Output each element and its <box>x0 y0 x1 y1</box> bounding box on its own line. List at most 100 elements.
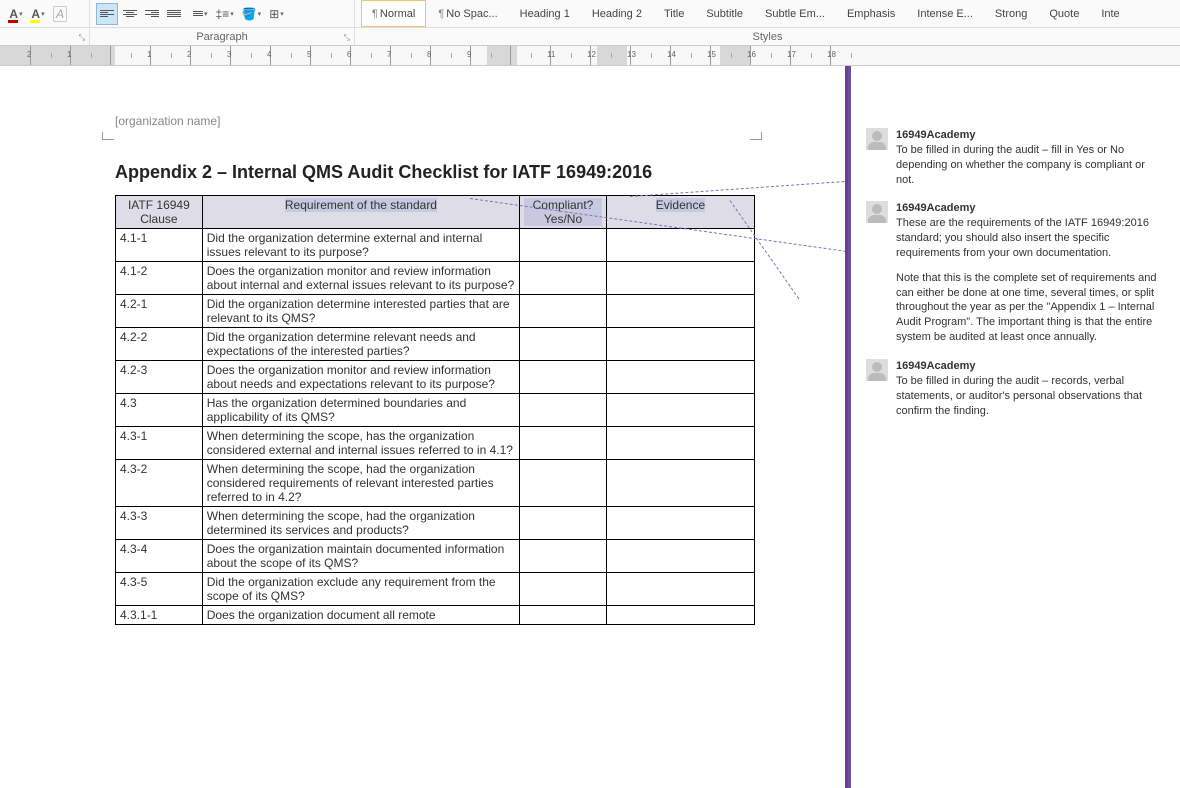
style-normal[interactable]: ¶Normal <box>361 0 426 27</box>
document-title[interactable]: Appendix 2 – Internal QMS Audit Checklis… <box>115 162 755 183</box>
table-row[interactable]: 4.2-1Did the organization determine inte… <box>116 295 755 328</box>
cell-requirement[interactable]: Did the organization exclude any require… <box>202 573 519 606</box>
cell-evidence[interactable] <box>606 328 754 361</box>
cell-evidence[interactable] <box>606 295 754 328</box>
cell-compliant[interactable] <box>520 361 607 394</box>
style-subtleem[interactable]: Subtle Em... <box>755 0 835 27</box>
cell-clause[interactable]: 4.3-5 <box>116 573 203 606</box>
cell-clause[interactable]: 4.3.1-1 <box>116 606 203 625</box>
style-intensee[interactable]: Intense E... <box>907 0 983 27</box>
style-heading1[interactable]: Heading 1 <box>510 0 580 27</box>
th-clause[interactable]: IATF 16949 Clause <box>116 196 203 229</box>
table-row[interactable]: 4.3Has the organization determined bound… <box>116 394 755 427</box>
table-row[interactable]: 4.3.1-1Does the organization document al… <box>116 606 755 625</box>
cell-evidence[interactable] <box>606 460 754 507</box>
cell-requirement[interactable]: Has the organization determined boundari… <box>202 394 519 427</box>
cell-evidence[interactable] <box>606 427 754 460</box>
style-strong[interactable]: Strong <box>985 0 1037 27</box>
th-requirement[interactable]: Requirement of the standard <box>202 196 519 229</box>
cell-requirement[interactable]: Does the organization document all remot… <box>202 606 519 625</box>
cell-compliant[interactable] <box>520 328 607 361</box>
page: [organization name] Appendix 2 – Interna… <box>30 114 845 788</box>
cell-clause[interactable]: 4.2-2 <box>116 328 203 361</box>
th-evidence[interactable]: Evidence <box>606 196 754 229</box>
comment[interactable]: 16949AcademyTo be filled in during the a… <box>866 128 1162 187</box>
cell-evidence[interactable] <box>606 361 754 394</box>
cell-clause[interactable]: 4.1-2 <box>116 262 203 295</box>
align-center-button[interactable] <box>120 3 140 25</box>
cell-requirement[interactable]: Does the organization monitor and review… <box>202 262 519 295</box>
cell-compliant[interactable] <box>520 460 607 507</box>
comment-text: To be filled in during the audit – recor… <box>896 374 1162 419</box>
cell-clause[interactable]: 4.3-4 <box>116 540 203 573</box>
bullets-button[interactable]: ▾ <box>186 3 211 25</box>
page-header-placeholder[interactable]: [organization name] <box>115 114 220 128</box>
table-row[interactable]: 4.3-2When determining the scope, had the… <box>116 460 755 507</box>
highlight-color-button[interactable]: A▾ <box>28 3 48 25</box>
document-area[interactable]: [organization name] Appendix 2 – Interna… <box>0 66 845 788</box>
cell-evidence[interactable] <box>606 394 754 427</box>
cell-clause[interactable]: 4.3-1 <box>116 427 203 460</box>
cell-requirement[interactable]: Did the organization determine intereste… <box>202 295 519 328</box>
shading-button[interactable]: 🪣▾ <box>239 3 264 25</box>
cell-compliant[interactable] <box>520 229 607 262</box>
align-right-button[interactable] <box>142 3 162 25</box>
table-row[interactable]: 4.3-4Does the organization maintain docu… <box>116 540 755 573</box>
table-row[interactable]: 4.3-5Did the organization exclude any re… <box>116 573 755 606</box>
cell-requirement[interactable]: When determining the scope, had the orga… <box>202 460 519 507</box>
align-left-button[interactable] <box>96 3 118 25</box>
style-inte[interactable]: Inte <box>1091 0 1129 27</box>
styles-gallery[interactable]: ¶Normal¶No Spac...Heading 1Heading 2Titl… <box>355 0 1180 27</box>
style-emphasis[interactable]: Emphasis <box>837 0 905 27</box>
horizontal-ruler[interactable] <box>0 46 1180 66</box>
cell-requirement[interactable]: Does the organization monitor and review… <box>202 361 519 394</box>
cell-clause[interactable]: 4.2-3 <box>116 361 203 394</box>
cell-requirement[interactable]: When determining the scope, has the orga… <box>202 427 519 460</box>
style-title[interactable]: Title <box>654 0 694 27</box>
cell-evidence[interactable] <box>606 229 754 262</box>
cell-evidence[interactable] <box>606 540 754 573</box>
cell-clause[interactable]: 4.3 <box>116 394 203 427</box>
ribbon-toolbar: A▾ A▾ A ▾ ‡≡▾ 🪣▾ ⊞▾ ¶Normal¶No Spac...He… <box>0 0 1180 28</box>
cell-clause[interactable]: 4.3-2 <box>116 460 203 507</box>
cell-compliant[interactable] <box>520 295 607 328</box>
comment[interactable]: 16949AcademyTo be filled in during the a… <box>866 359 1162 418</box>
font-group-expand[interactable]: ⤡ <box>79 33 85 43</box>
cell-compliant[interactable] <box>520 262 607 295</box>
cell-compliant[interactable] <box>520 606 607 625</box>
font-color-button[interactable]: A▾ <box>6 3 26 25</box>
align-justify-button[interactable] <box>164 3 184 25</box>
cell-requirement[interactable]: When determining the scope, had the orga… <box>202 507 519 540</box>
table-row[interactable]: 4.1-1Did the organization determine exte… <box>116 229 755 262</box>
cell-clause[interactable]: 4.1-1 <box>116 229 203 262</box>
clear-formatting-button[interactable]: A <box>50 3 70 25</box>
cell-evidence[interactable] <box>606 606 754 625</box>
comment[interactable]: 16949AcademyThese are the requirements o… <box>866 201 1162 345</box>
cell-compliant[interactable] <box>520 540 607 573</box>
style-nospac[interactable]: ¶No Spac... <box>428 0 507 27</box>
borders-button[interactable]: ⊞▾ <box>266 3 287 25</box>
style-heading2[interactable]: Heading 2 <box>582 0 652 27</box>
table-row[interactable]: 4.3-3When determining the scope, had the… <box>116 507 755 540</box>
cell-evidence[interactable] <box>606 262 754 295</box>
cell-compliant[interactable] <box>520 507 607 540</box>
cell-requirement[interactable]: Did the organization determine external … <box>202 229 519 262</box>
cell-requirement[interactable]: Did the organization determine relevant … <box>202 328 519 361</box>
cell-evidence[interactable] <box>606 573 754 606</box>
cell-compliant[interactable] <box>520 394 607 427</box>
cell-requirement[interactable]: Does the organization maintain documente… <box>202 540 519 573</box>
cell-compliant[interactable] <box>520 573 607 606</box>
line-spacing-button[interactable]: ‡≡▾ <box>213 3 237 25</box>
cell-evidence[interactable] <box>606 507 754 540</box>
style-subtitle[interactable]: Subtitle <box>696 0 753 27</box>
table-row[interactable]: 4.2-3Does the organization monitor and r… <box>116 361 755 394</box>
style-quote[interactable]: Quote <box>1039 0 1089 27</box>
cell-compliant[interactable] <box>520 427 607 460</box>
table-row[interactable]: 4.2-2Did the organization determine rele… <box>116 328 755 361</box>
cell-clause[interactable]: 4.2-1 <box>116 295 203 328</box>
table-row[interactable]: 4.1-2Does the organization monitor and r… <box>116 262 755 295</box>
paragraph-group-expand[interactable]: ⤡ <box>344 33 350 43</box>
cell-clause[interactable]: 4.3-3 <box>116 507 203 540</box>
audit-table[interactable]: IATF 16949 Clause Requirement of the sta… <box>115 195 755 625</box>
table-row[interactable]: 4.3-1When determining the scope, has the… <box>116 427 755 460</box>
